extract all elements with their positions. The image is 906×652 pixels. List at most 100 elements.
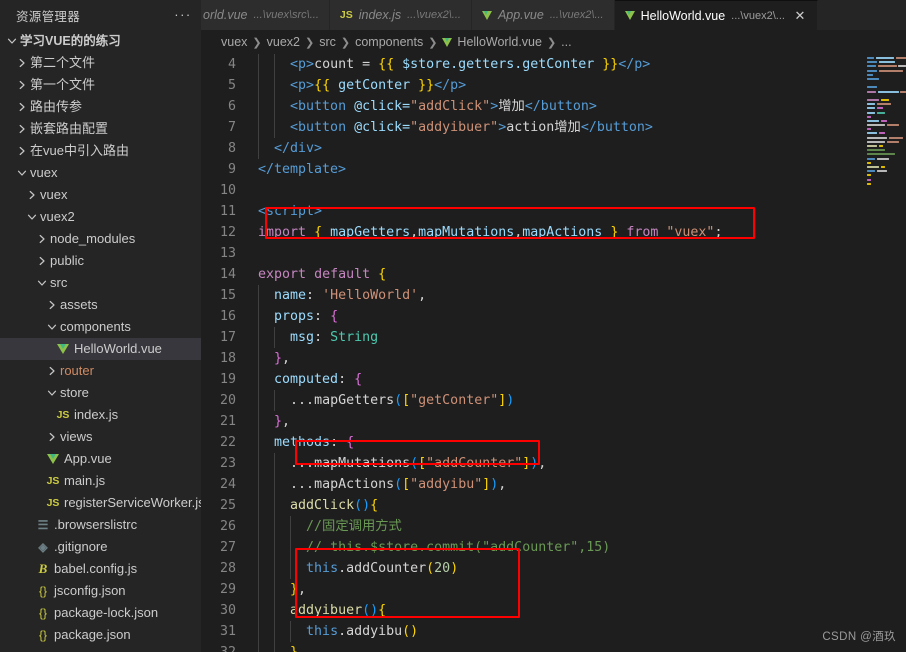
chevron-right-icon[interactable] bbox=[14, 58, 30, 68]
tree-item-label: HelloWorld.vue bbox=[74, 341, 162, 356]
tree-item-vuex[interactable]: vuex bbox=[0, 162, 201, 184]
tree-item-package-lock.json[interactable]: {} package-lock.json bbox=[0, 602, 201, 624]
chevron-down-icon[interactable] bbox=[34, 278, 50, 288]
tree-item-src[interactable]: src bbox=[0, 272, 201, 294]
editor-tab-HelloWorld.vue[interactable]: HelloWorld.vue ...\vuex2\... ✕ bbox=[614, 0, 818, 30]
line-number: 22 bbox=[219, 435, 236, 450]
code-token: </p> bbox=[434, 78, 467, 93]
code-line-content: </template> bbox=[258, 159, 865, 180]
indent-guide bbox=[258, 495, 259, 516]
editor-tab-orld.vue[interactable]: orld.vue ...\vuex\src\... bbox=[201, 0, 330, 30]
chevron-right-icon[interactable] bbox=[44, 432, 60, 442]
minimap-segment bbox=[876, 170, 887, 173]
breadcrumb-item-vuex2[interactable]: vuex2 bbox=[267, 35, 300, 49]
tree-item-嵌套路由配置[interactable]: 嵌套路由配置 bbox=[0, 118, 201, 140]
code-line: 24 ...mapActions(["addyibu"]), bbox=[201, 474, 865, 495]
breadcrumb-item-...[interactable]: ... bbox=[561, 35, 571, 49]
tree-item-registerServiceWorker.js[interactable]: JS registerServiceWorker.js bbox=[0, 492, 201, 514]
minimap-segment bbox=[875, 57, 895, 60]
breadcrumb-item-vuex[interactable]: vuex bbox=[221, 35, 247, 49]
line-number: 15 bbox=[219, 288, 236, 303]
indent-guide bbox=[258, 432, 259, 453]
line-number: 9 bbox=[227, 162, 236, 177]
tree-item-package.json[interactable]: {} package.json bbox=[0, 624, 201, 646]
minimap-segment bbox=[867, 174, 871, 177]
minimap-segment bbox=[880, 165, 885, 168]
code-token: } bbox=[290, 582, 299, 597]
chevron-down-icon[interactable] bbox=[14, 168, 30, 178]
tree-item-.browserslistrc[interactable]: ☰ .browserslistrc bbox=[0, 514, 201, 536]
chevron-down-icon[interactable] bbox=[44, 388, 60, 398]
chevron-down-icon[interactable] bbox=[4, 36, 20, 46]
line-number: 18 bbox=[219, 351, 236, 366]
minimap[interactable] bbox=[865, 54, 906, 652]
code-token: methods bbox=[274, 435, 331, 450]
code-line: 4 <p>count = {{ $store.getters.getConter… bbox=[201, 54, 865, 75]
tree-item-.gitignore[interactable]: ◈ .gitignore bbox=[0, 536, 201, 558]
tree-item-views[interactable]: views bbox=[0, 426, 201, 448]
code-token: , bbox=[410, 225, 419, 240]
line-number: 24 bbox=[219, 477, 236, 492]
code-line: 30 addyibuer(){ bbox=[201, 600, 865, 621]
tree-root-学习VUE的的练习[interactable]: 学习VUE的的练习 bbox=[0, 30, 201, 52]
tree-item-label: main.js bbox=[64, 473, 106, 488]
tree-item-babel.config.js[interactable]: Bbabel.config.js bbox=[0, 558, 201, 580]
more-actions-icon[interactable]: ··· bbox=[173, 5, 193, 25]
breadcrumb-item-components[interactable]: components bbox=[355, 35, 423, 49]
code-line-content: props: { bbox=[258, 306, 865, 327]
line-number: 26 bbox=[219, 519, 236, 534]
chevron-right-icon[interactable] bbox=[44, 366, 60, 376]
tree-item-vuex2[interactable]: vuex2 bbox=[0, 206, 201, 228]
tree-item-jsconfig.json[interactable]: {} jsconfig.json bbox=[0, 580, 201, 602]
chevron-right-icon[interactable] bbox=[14, 124, 30, 134]
close-icon[interactable]: ✕ bbox=[793, 8, 807, 23]
indent-guide bbox=[258, 411, 259, 432]
chevron-right-icon[interactable] bbox=[44, 300, 60, 310]
chevron-right-icon[interactable] bbox=[14, 146, 30, 156]
tree-item-HelloWorld.vue[interactable]: HelloWorld.vue bbox=[0, 338, 201, 360]
code-token: action增加 bbox=[506, 120, 581, 135]
code-token: ( bbox=[410, 456, 419, 471]
tree-item-router[interactable]: router bbox=[0, 360, 201, 382]
chevron-right-icon[interactable] bbox=[34, 256, 50, 266]
minimap-segment bbox=[878, 61, 895, 64]
tree-item-index.js[interactable]: JS index.js bbox=[0, 404, 201, 426]
chevron-down-icon[interactable] bbox=[24, 212, 40, 222]
minimap-segment bbox=[867, 161, 871, 164]
git-file-icon: ◈ bbox=[38, 540, 48, 554]
code-token: ( bbox=[394, 477, 403, 492]
indent-guide bbox=[274, 117, 276, 138]
breadcrumb-separator-icon: ❯ bbox=[304, 36, 315, 49]
tree-item-public[interactable]: public bbox=[0, 250, 201, 272]
editor-tab-App.vue[interactable]: App.vue ...\vuex2\... bbox=[471, 0, 615, 30]
tree-item-App.vue[interactable]: App.vue bbox=[0, 448, 201, 470]
code-line: 21 }, bbox=[201, 411, 865, 432]
tree-item-store[interactable]: store bbox=[0, 382, 201, 404]
chevron-right-icon[interactable] bbox=[34, 234, 50, 244]
code-token: <p> bbox=[290, 57, 315, 72]
code-line-content: ...mapMutations(["addCounter"]), bbox=[258, 453, 865, 474]
tree-item-label: views bbox=[60, 429, 93, 444]
editor-tab-index.js[interactable]: JS index.js ...\vuex2\... bbox=[329, 0, 472, 30]
breadcrumb-item-HelloWorld.vue[interactable]: HelloWorld.vue bbox=[442, 35, 542, 49]
tree-item-在vue中引入路由[interactable]: 在vue中引入路由 bbox=[0, 140, 201, 162]
breadcrumb-item-src[interactable]: src bbox=[319, 35, 336, 49]
tree-item-vuex[interactable]: vuex bbox=[0, 184, 201, 206]
tree-item-第一个文件[interactable]: 第一个文件 bbox=[0, 74, 201, 96]
code-token: : bbox=[338, 372, 355, 387]
code-editor[interactable]: 4 <p>count = {{ $store.getters.getConter… bbox=[201, 54, 865, 652]
code-token: { bbox=[378, 267, 387, 282]
chevron-right-icon[interactable] bbox=[14, 102, 30, 112]
tree-item-main.js[interactable]: JS main.js bbox=[0, 470, 201, 492]
tree-item-node_modules[interactable]: node_modules bbox=[0, 228, 201, 250]
code-token: { bbox=[378, 603, 387, 618]
tree-item-assets[interactable]: assets bbox=[0, 294, 201, 316]
tree-item-路由传参[interactable]: 路由传参 bbox=[0, 96, 201, 118]
chevron-right-icon[interactable] bbox=[24, 190, 40, 200]
tree-item-components[interactable]: components bbox=[0, 316, 201, 338]
tree-item-label: 嵌套路由配置 bbox=[30, 121, 109, 136]
tree-item-第二个文件[interactable]: 第二个文件 bbox=[0, 52, 201, 74]
chevron-right-icon[interactable] bbox=[14, 80, 30, 90]
chevron-down-icon[interactable] bbox=[44, 322, 60, 332]
